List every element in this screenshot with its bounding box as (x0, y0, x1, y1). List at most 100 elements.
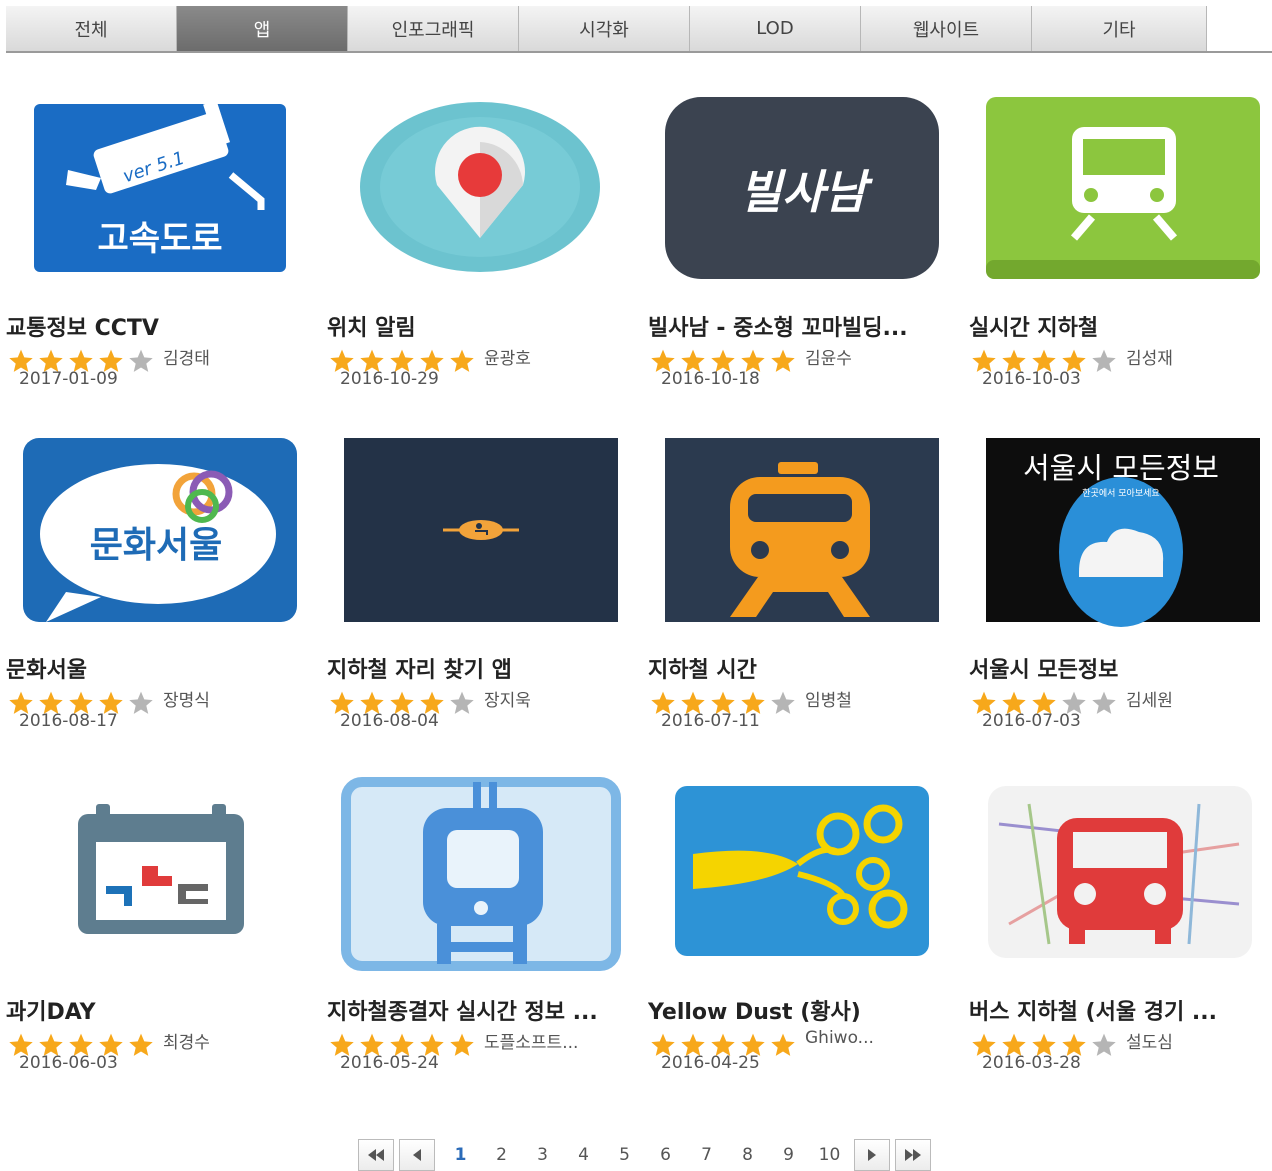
prev-page-button[interactable] (399, 1139, 435, 1171)
app-title[interactable]: 실시간 지하철 (969, 310, 1269, 342)
app-date: 2016-04-25 (661, 1053, 760, 1073)
app-card[interactable]: 지하철 시간 임병철 2016-07-11 (648, 432, 948, 732)
page-number[interactable]: 4 (563, 1145, 604, 1165)
right-arrow-icon (868, 1149, 876, 1161)
app-card[interactable]: Yellow Dust (황사) Ghiwo... 2016-04-25 (648, 774, 948, 1074)
double-right-arrow-icon (905, 1149, 921, 1161)
app-card[interactable]: 서울시 모든정보 한곳에서 모아보세요 서울시 모든정보 김세원 2016-07… (969, 432, 1269, 732)
app-date: 2016-10-29 (340, 369, 439, 389)
page-number[interactable]: 7 (686, 1145, 727, 1165)
page-number[interactable]: 2 (481, 1145, 522, 1165)
star-filled-icon (450, 1033, 474, 1056)
app-title[interactable]: 버스 지하철 (서울 경기 ... (969, 994, 1269, 1026)
app-card[interactable]: 문화서울 문화서울 장명식 2016-08-17 (6, 432, 306, 732)
app-card[interactable]: ver 5.1 고속도로 교통정보 CCTV 김경태 2017-01-09 (6, 90, 306, 390)
left-arrow-icon (413, 1149, 421, 1161)
app-author: 도플소프트... (484, 1033, 579, 1053)
app-card[interactable]: 빌사남 빌사남 - 중소형 꼬마빌딩... 김윤수 2016-10-18 (648, 90, 948, 390)
app-author: 최경수 (163, 1033, 210, 1053)
double-left-arrow-icon (368, 1149, 384, 1161)
seat-icon (344, 438, 618, 622)
app-title[interactable]: 지하철종결자 실시간 정보 ... (327, 994, 627, 1026)
app-title[interactable]: 교통정보 CCTV (6, 310, 306, 342)
star-empty-icon (1092, 1033, 1116, 1056)
app-title[interactable]: 위치 알림 (327, 310, 627, 342)
svg-text:한곳에서 모아보세요: 한곳에서 모아보세요 (1082, 488, 1159, 499)
app-date: 2016-10-18 (661, 369, 760, 389)
tab-infographic[interactable]: 인포그래픽 (348, 6, 519, 51)
tab-lod[interactable]: LOD (690, 6, 861, 51)
star-empty-icon (450, 691, 474, 714)
bilsanam-logo-icon: 빌사남 (665, 97, 939, 279)
app-title[interactable]: 지하철 시간 (648, 652, 948, 684)
app-date: 2016-07-03 (982, 711, 1081, 731)
app-author: 김윤수 (805, 349, 852, 369)
tab-visualization[interactable]: 시각화 (519, 6, 690, 51)
app-date: 2016-08-17 (19, 711, 118, 731)
page-number[interactable]: 1 (440, 1145, 481, 1165)
star-empty-icon (129, 349, 153, 372)
app-card[interactable]: 실시간 지하철 김성재 2016-10-03 (969, 90, 1269, 390)
app-card[interactable]: 버스 지하철 (서울 경기 ... 설도심 2016-03-28 (969, 774, 1269, 1074)
star-filled-icon (771, 1033, 795, 1056)
app-date: 2017-01-09 (19, 369, 118, 389)
svg-text:서울시 모든정보: 서울시 모든정보 (1023, 451, 1219, 485)
app-title[interactable]: 과기DAY (6, 994, 306, 1026)
location-pin-icon (360, 102, 600, 272)
tab-website[interactable]: 웹사이트 (861, 6, 1032, 51)
cloud-info-icon: 서울시 모든정보 한곳에서 모아보세요 (986, 438, 1260, 627)
app-author: 김경태 (163, 349, 210, 369)
app-date: 2016-06-03 (19, 1053, 118, 1073)
app-card[interactable]: 지하철종결자 실시간 정보 ... 도플소프트... 2016-05-24 (327, 774, 627, 1074)
app-date: 2016-07-11 (661, 711, 760, 731)
star-filled-icon (771, 349, 795, 372)
page-number[interactable]: 3 (522, 1145, 563, 1165)
subway-blue-icon (341, 777, 621, 971)
svg-text:빌사남: 빌사남 (740, 165, 874, 219)
app-card[interactable]: 지하철 자리 찾기 앱 장지욱 2016-08-04 (327, 432, 627, 732)
app-author: 장지욱 (484, 691, 531, 711)
star-empty-icon (129, 691, 153, 714)
next-page-button[interactable] (854, 1139, 890, 1171)
app-date: 2016-08-04 (340, 711, 439, 731)
page-number[interactable]: 5 (604, 1145, 645, 1165)
tab-app[interactable]: 앱 (177, 6, 348, 51)
app-title[interactable]: 지하철 자리 찾기 앱 (327, 652, 627, 684)
wind-icon (675, 786, 929, 956)
category-tabs: 전체 앱 인포그래픽 시각화 LOD 웹사이트 기타 (6, 6, 1272, 53)
bus-map-icon (988, 786, 1252, 958)
star-filled-icon (129, 1033, 153, 1056)
page-number[interactable]: 10 (809, 1145, 850, 1165)
app-date: 2016-05-24 (340, 1053, 439, 1073)
calendar-icon (78, 804, 244, 934)
app-date: 2016-10-03 (982, 369, 1081, 389)
page-number[interactable]: 8 (727, 1145, 768, 1165)
train-icon (986, 97, 1260, 279)
first-page-button[interactable] (358, 1139, 394, 1171)
star-empty-icon (1092, 691, 1116, 714)
app-author: Ghiwo... (805, 1028, 874, 1048)
app-title[interactable]: 서울시 모든정보 (969, 652, 1269, 684)
star-filled-icon (450, 349, 474, 372)
app-card[interactable]: 위치 알림 윤광호 2016-10-29 (327, 90, 627, 390)
app-author: 윤광호 (484, 349, 531, 369)
orange-train-icon (665, 438, 939, 622)
app-title[interactable]: 문화서울 (6, 652, 306, 684)
last-page-button[interactable] (895, 1139, 931, 1171)
page-number[interactable]: 9 (768, 1145, 809, 1165)
app-author: 김성재 (1126, 349, 1173, 369)
app-author: 임병철 (805, 691, 852, 711)
tab-other[interactable]: 기타 (1032, 6, 1207, 51)
cctv-icon: ver 5.1 고속도로 (34, 100, 286, 272)
app-author: 설도심 (1126, 1033, 1173, 1053)
app-title[interactable]: 빌사남 - 중소형 꼬마빌딩... (648, 310, 948, 342)
svg-text:고속도로: 고속도로 (97, 219, 222, 259)
app-author: 김세원 (1126, 691, 1173, 711)
app-title[interactable]: Yellow Dust (황사) (648, 994, 948, 1026)
star-empty-icon (1092, 349, 1116, 372)
app-card[interactable]: 과기DAY 최경수 2016-06-03 (6, 774, 306, 1074)
star-empty-icon (771, 691, 795, 714)
tab-all[interactable]: 전체 (6, 6, 177, 51)
culture-seoul-icon: 문화서울 (23, 438, 297, 622)
page-number[interactable]: 6 (645, 1145, 686, 1165)
